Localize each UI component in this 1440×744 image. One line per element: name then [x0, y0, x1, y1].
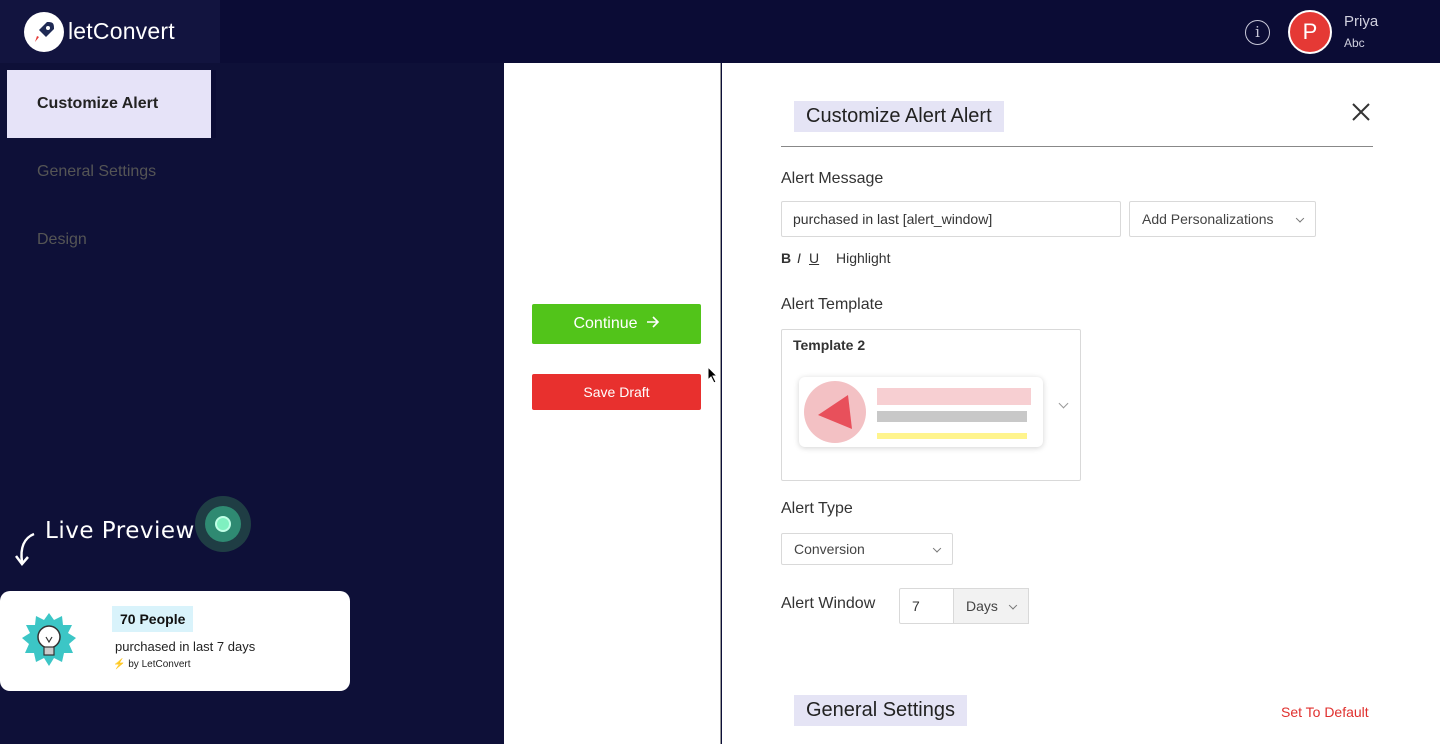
- alert-type-label: Alert Type: [781, 500, 853, 517]
- user-name: Priya: [1344, 13, 1379, 30]
- template-name: Template 2: [793, 337, 866, 353]
- menu-item-general-settings[interactable]: General Settings: [7, 138, 216, 206]
- alert-template-label: Alert Template: [781, 296, 883, 313]
- rocket-icon: [24, 11, 64, 52]
- template-image: [804, 381, 866, 443]
- info-icon[interactable]: i: [1245, 20, 1270, 45]
- top-bar: letConvert i P Priya Abc: [0, 0, 1440, 63]
- curved-arrow-icon: [10, 530, 40, 577]
- close-icon[interactable]: [1348, 100, 1374, 126]
- add-personalizations-dropdown[interactable]: Add Personalizations: [1129, 201, 1316, 237]
- save-draft-button[interactable]: Save Draft: [532, 374, 701, 410]
- lightbulb-icon: [20, 611, 78, 669]
- chevron-down-icon: [1008, 601, 1018, 610]
- menu-item-design[interactable]: Design: [7, 206, 216, 274]
- general-settings-title: General Settings: [794, 695, 967, 726]
- alert-window-input[interactable]: [899, 588, 954, 624]
- alert-window-unit-select[interactable]: Days: [953, 588, 1029, 624]
- alert-message-input[interactable]: [781, 201, 1121, 237]
- preview-count: 70 People: [112, 606, 194, 632]
- logo[interactable]: letConvert: [0, 0, 220, 63]
- set-to-default-link[interactable]: Set To Default: [1281, 704, 1369, 720]
- alert-message-label: Alert Message: [781, 170, 884, 187]
- arrow-right-icon: [646, 315, 660, 334]
- preview-attribution: ⚡ by LetConvert: [113, 659, 191, 670]
- preview-message: purchased in last 7 days: [115, 639, 256, 654]
- divider: [781, 146, 1373, 147]
- underline-button[interactable]: U: [809, 250, 819, 266]
- live-preview-label: Live Preview: [45, 518, 195, 544]
- alert-window-label: Alert Window: [781, 595, 876, 612]
- chevron-down-icon: [932, 544, 942, 553]
- brand-name: letConvert: [68, 18, 175, 44]
- avatar[interactable]: P: [1288, 10, 1332, 54]
- chevron-down-icon: [1295, 214, 1305, 223]
- continue-button[interactable]: Continue: [532, 304, 701, 344]
- customize-alert-title: Customize Alert Alert: [794, 101, 1004, 132]
- bold-button[interactable]: B: [781, 250, 791, 266]
- lightning-icon: ⚡: [113, 659, 126, 670]
- italic-button[interactable]: I: [797, 250, 801, 266]
- alert-type-select[interactable]: Conversion: [781, 533, 953, 565]
- menu-item-customize-alert[interactable]: Customize Alert: [7, 70, 216, 138]
- highlight-button[interactable]: Highlight: [836, 250, 890, 266]
- user-subtitle: Abc: [1344, 36, 1365, 50]
- mouse-cursor-icon: [707, 365, 719, 389]
